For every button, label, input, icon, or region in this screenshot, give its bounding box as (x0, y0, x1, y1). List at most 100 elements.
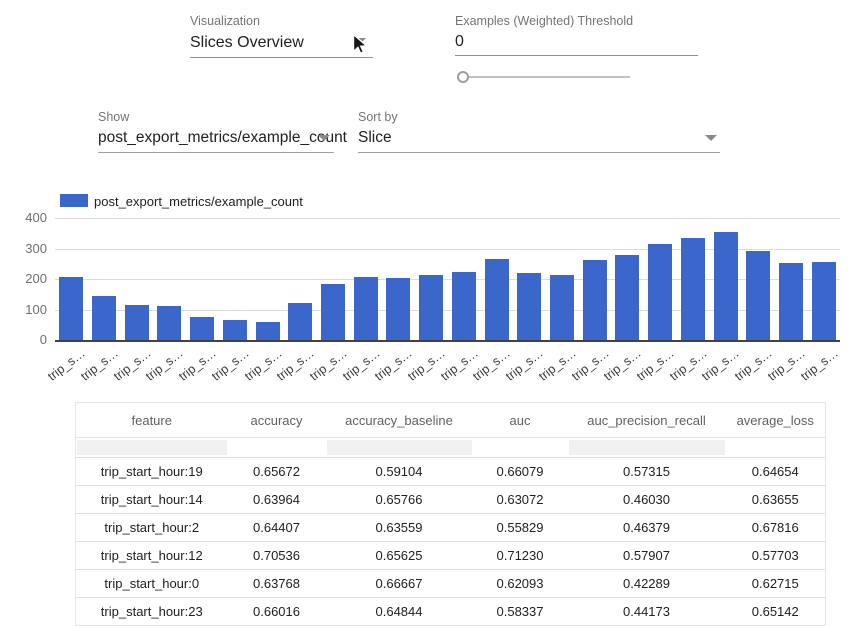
x-axis-label: trip_s… (209, 346, 252, 384)
y-axis-label: 300 (15, 241, 47, 256)
legend-swatch (60, 194, 88, 207)
threshold-underline (455, 55, 698, 56)
table-row[interactable]: trip_start_hour:140.639640.657660.630720… (76, 486, 826, 514)
bar[interactable] (321, 284, 345, 340)
metric-cell: 0.57907 (568, 542, 726, 570)
metric-cell: 0.62093 (473, 570, 568, 598)
bar[interactable] (714, 232, 738, 340)
metric-cell: 0.70536 (228, 542, 326, 570)
threshold-input[interactable]: 0 (455, 33, 464, 51)
legend-label: post_export_metrics/example_count (94, 194, 303, 209)
column-header-auc_precision_recall[interactable]: auc_precision_recall (568, 403, 726, 438)
bar[interactable] (746, 251, 770, 340)
bar[interactable] (125, 305, 149, 340)
table-row[interactable]: trip_start_hour:00.637680.666670.620930.… (76, 570, 826, 598)
threshold-slider-track[interactable] (462, 76, 630, 78)
filter-input[interactable] (474, 440, 567, 455)
metric-cell: 0.62715 (726, 570, 826, 598)
metric-cell: 0.64654 (726, 458, 826, 486)
metric-cell: 0.46030 (568, 486, 726, 514)
filter-input[interactable] (229, 440, 325, 455)
bar[interactable] (223, 320, 247, 340)
metric-cell: 0.46379 (568, 514, 726, 542)
table-row[interactable]: trip_start_hour:230.660160.648440.583370… (76, 598, 826, 626)
metric-cell: 0.65142 (726, 598, 826, 626)
filter-input[interactable] (727, 440, 825, 455)
filter-input[interactable] (77, 440, 227, 455)
metric-cell: 0.66667 (326, 570, 473, 598)
sort-by-dropdown[interactable]: Slice (358, 129, 392, 147)
show-underline (98, 152, 334, 153)
metric-cell: 0.44173 (568, 598, 726, 626)
bar[interactable] (681, 238, 705, 340)
visualization-dropdown[interactable]: Slices Overview (190, 34, 304, 52)
feature-cell: trip_start_hour:12 (76, 542, 228, 570)
metric-cell: 0.63768 (228, 570, 326, 598)
table-row[interactable]: trip_start_hour:190.656720.591040.660790… (76, 458, 826, 486)
column-header-feature[interactable]: feature (76, 403, 228, 438)
slicing-metrics-browser: Visualization Slices Overview Examples (… (0, 0, 863, 626)
bar[interactable] (648, 244, 672, 340)
metric-cell: 0.57315 (568, 458, 726, 486)
metric-cell: 0.58337 (473, 598, 568, 626)
column-header-auc[interactable]: auc (473, 403, 568, 438)
bar[interactable] (59, 277, 83, 340)
feature-cell: trip_start_hour:23 (76, 598, 228, 626)
x-axis-line (55, 340, 840, 342)
metric-cell: 0.66079 (473, 458, 568, 486)
y-axis-label: 100 (15, 302, 47, 317)
y-axis-label: 200 (15, 271, 47, 286)
column-header-accuracy_baseline[interactable]: accuracy_baseline (326, 403, 473, 438)
x-axis-label: trip_s… (78, 346, 121, 384)
feature-cell: trip_start_hour:14 (76, 486, 228, 514)
metric-cell: 0.63655 (726, 486, 826, 514)
table-row[interactable]: trip_start_hour:120.705360.656250.712300… (76, 542, 826, 570)
x-axis-label: trip_s… (536, 346, 579, 384)
metric-cell: 0.65625 (326, 542, 473, 570)
metric-cell: 0.59104 (326, 458, 473, 486)
filter-input[interactable] (569, 440, 725, 455)
bar[interactable] (157, 306, 181, 340)
bar[interactable] (550, 275, 574, 340)
bar[interactable] (615, 255, 639, 340)
metric-cell: 0.63072 (473, 486, 568, 514)
x-axis-label: trip_s… (765, 346, 808, 384)
x-axis-label: trip_s… (307, 346, 350, 384)
table-row[interactable]: trip_start_hour:20.644070.635590.558290.… (76, 514, 826, 542)
metric-cell: 0.71230 (473, 542, 568, 570)
bar[interactable] (288, 303, 312, 340)
bar[interactable] (452, 272, 476, 340)
feature-cell: trip_start_hour:2 (76, 514, 228, 542)
column-header-accuracy[interactable]: accuracy (228, 403, 326, 438)
y-axis-label: 0 (15, 332, 47, 347)
feature-cell: trip_start_hour:19 (76, 458, 228, 486)
metric-cell: 0.55829 (473, 514, 568, 542)
bar[interactable] (354, 277, 378, 340)
bar[interactable] (256, 322, 280, 340)
metric-cell: 0.67816 (726, 514, 826, 542)
metric-cell: 0.65766 (326, 486, 473, 514)
chevron-down-icon[interactable] (318, 135, 330, 141)
chevron-down-icon[interactable] (705, 135, 717, 141)
visualization-underline (190, 57, 373, 58)
bar[interactable] (812, 262, 836, 340)
show-dropdown[interactable]: post_export_metrics/example_count (98, 129, 347, 147)
bar[interactable] (386, 278, 410, 340)
threshold-slider-thumb[interactable] (457, 71, 469, 83)
metric-cell: 0.64407 (228, 514, 326, 542)
show-label: Show (98, 110, 129, 124)
bar[interactable] (517, 273, 541, 340)
metric-cell: 0.63559 (326, 514, 473, 542)
metric-cell: 0.63964 (228, 486, 326, 514)
bar[interactable] (485, 259, 509, 340)
bar[interactable] (583, 260, 607, 340)
bar[interactable] (92, 296, 116, 340)
metric-cell: 0.57703 (726, 542, 826, 570)
column-header-average_loss[interactable]: average_loss (726, 403, 826, 438)
bar[interactable] (779, 263, 803, 340)
metric-cell: 0.42289 (568, 570, 726, 598)
metric-cell: 0.65672 (228, 458, 326, 486)
filter-input[interactable] (327, 440, 472, 455)
bar[interactable] (419, 275, 443, 340)
bar[interactable] (190, 317, 214, 340)
